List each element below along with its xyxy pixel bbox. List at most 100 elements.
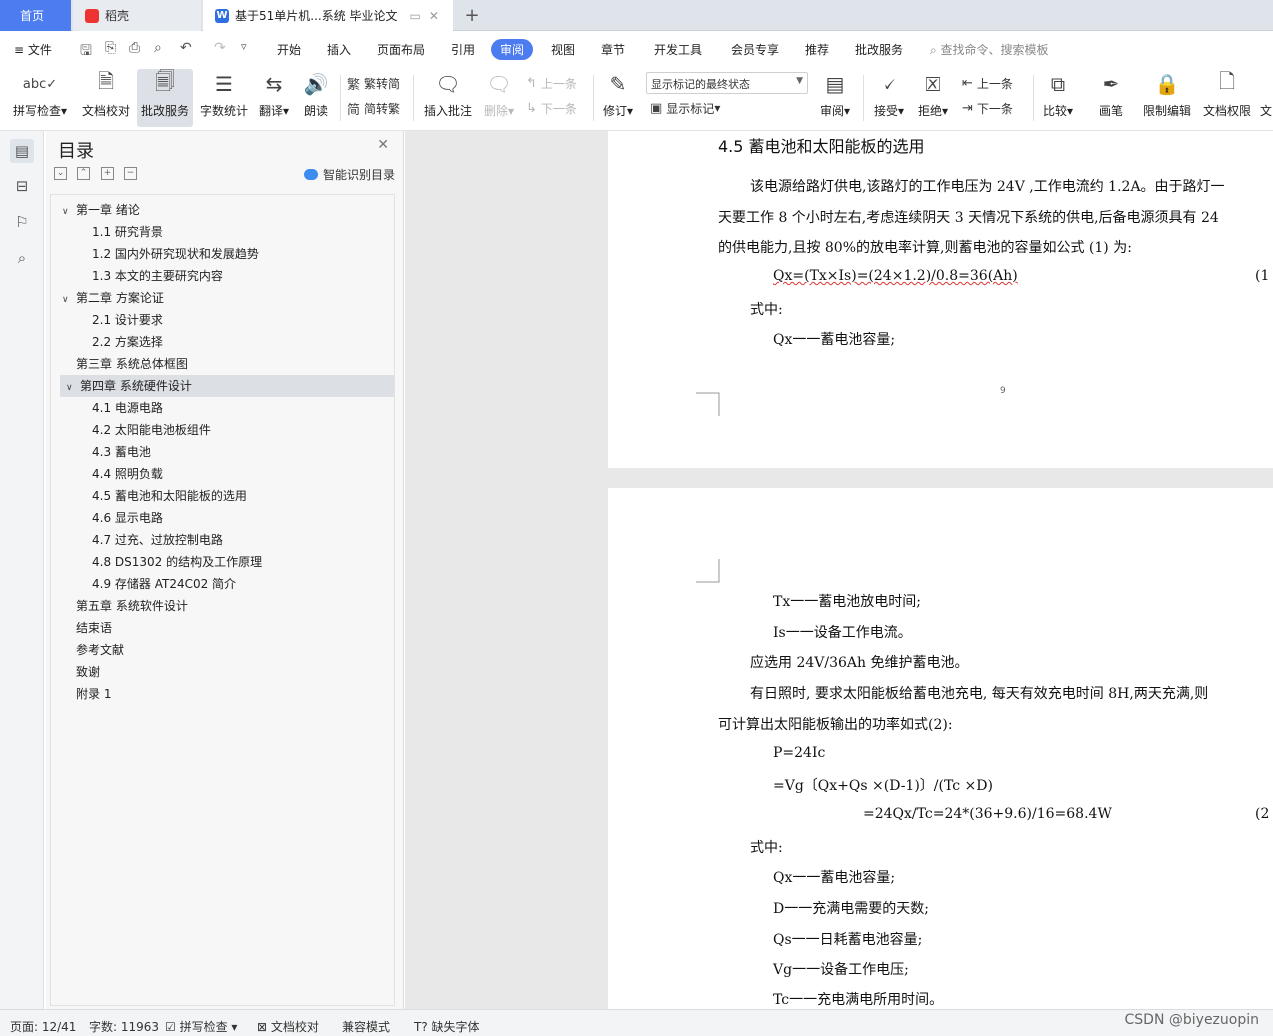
tab-document[interactable]: W 基于51单片机...系统 毕业论文 ▭ ✕	[203, 0, 453, 31]
prev-comment-button[interactable]: ↰ 上一条	[526, 73, 577, 93]
page-indicator[interactable]: 页面: 12/41	[10, 1018, 76, 1035]
pin-icon[interactable]: ▭	[410, 9, 421, 23]
traditional-to-simplified-button[interactable]: 繁繁转简	[347, 73, 400, 93]
read-aloud-button[interactable]: 🔊 朗读	[298, 69, 334, 127]
word-count[interactable]: 字数: 11963	[89, 1018, 159, 1035]
toc-item[interactable]: 参考文献	[76, 639, 124, 661]
formula-line: P=24Ic	[773, 745, 826, 761]
toc-item[interactable]: 致谢	[76, 661, 100, 683]
menu-developer[interactable]: 开发工具	[654, 41, 702, 58]
print-icon[interactable]: ⎙	[129, 40, 140, 56]
search-icon[interactable]: ⌕	[10, 246, 34, 270]
status-spell-check[interactable]: ☑ 拼写检查 ▾	[165, 1018, 237, 1035]
menu-member[interactable]: 会员专享	[731, 41, 779, 58]
close-tab-icon[interactable]: ✕	[429, 9, 439, 23]
proof-icon: 🗎	[97, 69, 115, 93]
doc-permission-button[interactable]: 🗋 文档权限	[1199, 69, 1255, 127]
chapter-nav-icon[interactable]: ⊟	[10, 174, 34, 198]
print-preview-icon[interactable]: ⌕	[154, 40, 162, 56]
prev-change-button[interactable]: ⇤ 上一条	[962, 73, 1013, 93]
correction-service-button[interactable]: 🗐 批改服务	[137, 69, 193, 127]
document-canvas[interactable]: 4.5 蓄电池和太阳能板的选用 该电源给路灯供电,该路灯的工作电压为 24V ,…	[405, 131, 1273, 1009]
reject-button[interactable]: 🗵 拒绝▾	[914, 69, 952, 127]
menu-reference[interactable]: 引用	[451, 41, 475, 58]
command-search[interactable]: ⌕ 查找命令、搜索模板	[930, 41, 1049, 58]
toc-item[interactable]: ∨ 第二章 方案论证	[62, 287, 164, 309]
toc-item[interactable]: 4.8 DS1302 的结构及工作原理	[92, 551, 262, 573]
menu-start[interactable]: 开始	[277, 41, 301, 58]
ribbon-overflow-button[interactable]: 文	[1259, 69, 1273, 127]
menu-insert[interactable]: 插入	[327, 41, 351, 58]
show-markup-button[interactable]: ▣ 显示标记 ▾	[650, 98, 720, 118]
simplified-to-traditional-button[interactable]: 简简转繁	[347, 98, 400, 118]
toc-item[interactable]: 2.1 设计要求	[92, 309, 163, 331]
toc-item[interactable]: 第五章 系统软件设计	[76, 595, 188, 617]
menu-file[interactable]: ≡ 文件	[14, 41, 52, 58]
menu-recommend[interactable]: 推荐	[805, 41, 829, 58]
body-paragraph: 可计算出太阳能板输出的功率如式(2):	[718, 717, 953, 733]
save-icon[interactable]: 🖫	[80, 40, 92, 64]
toc-item-label: 4.7 过充、过放控制电路	[92, 533, 223, 547]
toc-item[interactable]: 4.3 蓄电池	[92, 441, 151, 463]
delete-comment-button[interactable]: 🗨 删除▾	[480, 69, 518, 127]
add-item-icon[interactable]: +	[101, 167, 114, 180]
pen-button[interactable]: ✒ 画笔	[1093, 69, 1129, 127]
expand-up-icon[interactable]: ⌃	[77, 167, 90, 180]
show-markup-label: 显示标记	[666, 101, 715, 116]
menu-review[interactable]: 审阅	[491, 39, 534, 60]
spell-check-button[interactable]: abc✓ 拼写检查▾	[8, 69, 72, 127]
toc-item[interactable]: 4.1 电源电路	[92, 397, 163, 419]
toc-item[interactable]: 4.9 存储器 AT24C02 简介	[92, 573, 236, 595]
redo-icon[interactable]: ↷	[214, 40, 226, 56]
toc-item[interactable]: 4.4 照明负载	[92, 463, 163, 485]
missing-font[interactable]: T? 缺失字体	[414, 1018, 480, 1035]
toc-panel-icon[interactable]: ▤	[10, 139, 34, 163]
toc-item[interactable]: 2.2 方案选择	[92, 331, 163, 353]
toc-item[interactable]: 4.5 蓄电池和太阳能板的选用	[92, 485, 247, 507]
tab-document-label: 基于51单片机...系统 毕业论文	[235, 9, 398, 23]
quick-access-more-icon[interactable]: ▿	[241, 40, 247, 53]
tab-daoke[interactable]: 稻壳	[73, 0, 201, 31]
toc-item[interactable]: 1.1 研究背景	[92, 221, 163, 243]
tab-home[interactable]: 首页	[0, 0, 71, 31]
next-comment-button[interactable]: ↳ 下一条	[526, 98, 577, 118]
document-page[interactable]: Tx一一蓄电池放电时间; Is一一设备工作电流。 应选用 24V/36Ah 免维…	[608, 488, 1273, 1009]
restrict-editing-button[interactable]: 🔒 限制编辑	[1139, 69, 1195, 127]
toc-item[interactable]: 4.7 过充、过放控制电路	[92, 529, 223, 551]
export-pdf-icon[interactable]: ⎘	[105, 40, 116, 56]
toc-item[interactable]: 4.6 显示电路	[92, 507, 163, 529]
insert-comment-button[interactable]: 🗨 插入批注	[420, 69, 476, 127]
toc-item[interactable]: ∨ 第一章 绪论	[62, 199, 140, 221]
toc-item[interactable]: 1.2 国内外研究现状和发展趋势	[92, 243, 259, 265]
review-pane-button[interactable]: ▤ 审阅▾	[816, 69, 854, 127]
toc-item[interactable]: 附录 1	[76, 683, 111, 705]
toc-item-selected[interactable]: ∨ 第四章 系统硬件设计	[60, 375, 394, 397]
markup-state-select[interactable]: 显示标记的最终状态 ▼	[646, 72, 808, 94]
menu-page-layout[interactable]: 页面布局	[377, 41, 425, 58]
track-changes-button[interactable]: ✎ 修订▾	[599, 69, 637, 127]
bookmark-icon[interactable]: ⚐	[10, 210, 34, 234]
menu-chapter[interactable]: 章节	[601, 41, 625, 58]
collapse-all-icon[interactable]: ⌄	[54, 167, 67, 180]
toc-item[interactable]: 第三章 系统总体框图	[76, 353, 188, 375]
document-page[interactable]: 4.5 蓄电池和太阳能板的选用 该电源给路灯供电,该路灯的工作电压为 24V ,…	[608, 131, 1273, 468]
body-paragraph: 式中:	[750, 302, 783, 318]
menu-correction[interactable]: 批改服务	[855, 41, 903, 58]
toc-item[interactable]: 1.3 本文的主要研究内容	[92, 265, 223, 287]
close-icon[interactable]: ✕	[377, 137, 389, 153]
translate-button[interactable]: ⇆ 翻译▾	[255, 69, 293, 127]
undo-icon[interactable]: ↶	[180, 40, 192, 56]
new-tab-button[interactable]: +	[462, 0, 482, 31]
menu-view[interactable]: 视图	[551, 41, 575, 58]
remove-item-icon[interactable]: −	[124, 167, 137, 180]
toc-item[interactable]: 4.2 太阳能电池板组件	[92, 419, 211, 441]
review-pane-icon: ▤	[825, 72, 845, 96]
word-count-button[interactable]: ☰ 字数统计	[197, 69, 251, 127]
smart-toc-button[interactable]: 智能识别目录	[304, 166, 395, 183]
toc-item[interactable]: 结束语	[76, 617, 112, 639]
next-change-button[interactable]: ⇥ 下一条	[962, 98, 1013, 118]
status-doc-proof[interactable]: ⊠ 文档校对	[257, 1018, 319, 1035]
compare-button[interactable]: ⧉ 比较▾	[1039, 69, 1077, 127]
accept-button[interactable]: 🗸 接受▾	[870, 69, 908, 127]
doc-proof-button[interactable]: 🗎 文档校对	[78, 69, 134, 127]
